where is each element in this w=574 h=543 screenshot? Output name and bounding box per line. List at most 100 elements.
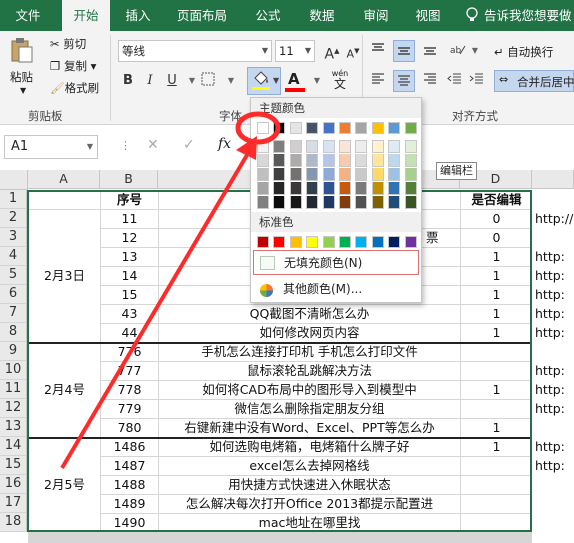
font-color-dropdown-arrow[interactable]: ▼ xyxy=(307,71,327,91)
theme-shade-swatch[interactable] xyxy=(355,154,368,167)
theme-shade-swatch[interactable] xyxy=(257,182,269,195)
borders-icon[interactable] xyxy=(198,71,218,91)
align-middle-button[interactable] xyxy=(393,40,415,62)
theme-shade-swatch[interactable] xyxy=(322,140,335,153)
cell-e[interactable]: http: xyxy=(533,324,574,342)
paste-button[interactable]: 粘贴 xyxy=(10,69,33,85)
theme-color-swatch[interactable] xyxy=(289,122,302,134)
theme-shade-swatch[interactable] xyxy=(289,168,302,181)
theme-shade-swatch[interactable] xyxy=(371,196,384,209)
theme-shade-swatch[interactable] xyxy=(289,182,302,195)
tab-file[interactable]: 文件 xyxy=(8,0,48,31)
cell-e[interactable]: http: xyxy=(533,381,574,399)
theme-color-swatch[interactable] xyxy=(306,122,319,134)
theme-shade-swatch[interactable] xyxy=(322,168,335,181)
underline-button[interactable]: U xyxy=(162,71,182,91)
standard-color-swatch[interactable] xyxy=(388,236,401,248)
tab-insert[interactable]: 插入 xyxy=(118,0,158,31)
row-header[interactable]: 9 xyxy=(0,342,27,361)
theme-shade-swatch[interactable] xyxy=(371,168,384,181)
theme-shade-swatch[interactable] xyxy=(355,140,368,153)
theme-color-swatch[interactable] xyxy=(257,122,269,134)
tell-me-search[interactable]: 告诉我您想要做什 xyxy=(484,0,574,54)
paste-dropdown-arrow[interactable]: ▼ xyxy=(20,86,26,95)
increase-indent-icon[interactable] xyxy=(467,71,487,91)
theme-shade-swatch[interactable] xyxy=(388,154,401,167)
fill-color-button[interactable]: ▼ xyxy=(247,67,281,95)
cell-e[interactable]: http: xyxy=(533,286,574,304)
phonetic-guide-button[interactable]: wén 文 xyxy=(328,69,352,93)
theme-shade-swatch[interactable] xyxy=(322,154,335,167)
row-header[interactable]: 16 xyxy=(0,475,27,494)
cut-button[interactable]: ✂ 剪切 xyxy=(50,36,86,52)
theme-shade-swatch[interactable] xyxy=(257,140,269,153)
theme-shade-swatch[interactable] xyxy=(404,182,417,195)
cell-e[interactable]: http: xyxy=(533,305,574,323)
theme-shade-swatch[interactable] xyxy=(388,182,401,195)
theme-shade-swatch[interactable] xyxy=(257,168,269,181)
theme-shade-swatch[interactable] xyxy=(355,168,368,181)
cell-e[interactable]: http: xyxy=(533,457,574,475)
row-header[interactable]: 17 xyxy=(0,494,27,513)
tab-formulas[interactable]: 公式 xyxy=(248,0,288,31)
cell-e[interactable]: http: xyxy=(533,267,574,285)
theme-shade-swatch[interactable] xyxy=(289,196,302,209)
theme-shade-swatch[interactable] xyxy=(339,140,351,153)
theme-color-swatch[interactable] xyxy=(388,122,401,134)
cell-e[interactable] xyxy=(533,191,574,209)
theme-shade-swatch[interactable] xyxy=(371,154,384,167)
cell-e[interactable]: http: xyxy=(533,248,574,266)
cell-e[interactable] xyxy=(533,229,574,247)
tab-review[interactable]: 审阅 xyxy=(356,0,396,31)
align-top-icon[interactable] xyxy=(368,41,388,61)
theme-shade-swatch[interactable] xyxy=(273,140,286,153)
cell-e[interactable]: http:// xyxy=(533,210,574,228)
theme-shade-swatch[interactable] xyxy=(257,154,269,167)
row-header[interactable]: 13 xyxy=(0,418,27,437)
standard-color-swatch[interactable] xyxy=(273,236,286,248)
insert-function-button[interactable]: fx xyxy=(218,136,231,152)
cell-e[interactable]: http: xyxy=(533,438,574,456)
column-header-e[interactable] xyxy=(532,170,574,189)
tab-home[interactable]: 开始 xyxy=(62,0,110,31)
row-header[interactable]: 2 xyxy=(0,209,27,228)
cell-e[interactable] xyxy=(533,343,574,361)
more-colors-menu-item[interactable]: 其他颜色(M)... xyxy=(253,277,419,302)
theme-color-swatch[interactable] xyxy=(371,122,384,134)
standard-color-swatch[interactable] xyxy=(306,236,319,248)
cell-e[interactable] xyxy=(533,514,574,532)
align-right-icon[interactable] xyxy=(420,71,440,91)
theme-shade-swatch[interactable] xyxy=(388,196,401,209)
theme-shade-swatch[interactable] xyxy=(306,168,319,181)
grow-font-icon[interactable]: A▲ xyxy=(322,41,342,63)
theme-shade-swatch[interactable] xyxy=(404,154,417,167)
theme-color-swatch[interactable] xyxy=(339,122,351,134)
enter-icon[interactable]: ✓ xyxy=(183,137,195,153)
paste-icon[interactable] xyxy=(10,37,34,63)
shrink-font-icon[interactable]: A▼ xyxy=(343,41,363,61)
row-header[interactable]: 6 xyxy=(0,285,27,304)
standard-color-swatch[interactable] xyxy=(339,236,351,248)
column-header-b[interactable]: B xyxy=(100,170,158,189)
row-header[interactable]: 5 xyxy=(0,266,27,285)
font-name-select[interactable]: 等线 ▼ xyxy=(118,40,272,62)
theme-shade-swatch[interactable] xyxy=(355,182,368,195)
tab-view[interactable]: 视图 xyxy=(408,0,448,31)
theme-shade-swatch[interactable] xyxy=(273,168,286,181)
theme-shade-swatch[interactable] xyxy=(404,140,417,153)
theme-shade-swatch[interactable] xyxy=(273,154,286,167)
wrap-text-button[interactable]: ↵ 自动换行 xyxy=(494,44,553,60)
font-color-button[interactable]: A xyxy=(285,70,309,94)
row-header[interactable]: 11 xyxy=(0,380,27,399)
row-header[interactable]: 4 xyxy=(0,247,27,266)
select-all-corner[interactable] xyxy=(0,170,28,190)
theme-color-swatch[interactable] xyxy=(404,122,417,134)
copy-button[interactable]: ❐ 复制 ▾ xyxy=(50,58,96,74)
row-header[interactable]: 14 xyxy=(0,437,27,456)
theme-shade-swatch[interactable] xyxy=(404,168,417,181)
theme-shade-swatch[interactable] xyxy=(371,182,384,195)
row-header[interactable]: 7 xyxy=(0,304,27,323)
theme-shade-swatch[interactable] xyxy=(306,182,319,195)
cell-e[interactable] xyxy=(533,476,574,494)
standard-color-swatch[interactable] xyxy=(355,236,368,248)
